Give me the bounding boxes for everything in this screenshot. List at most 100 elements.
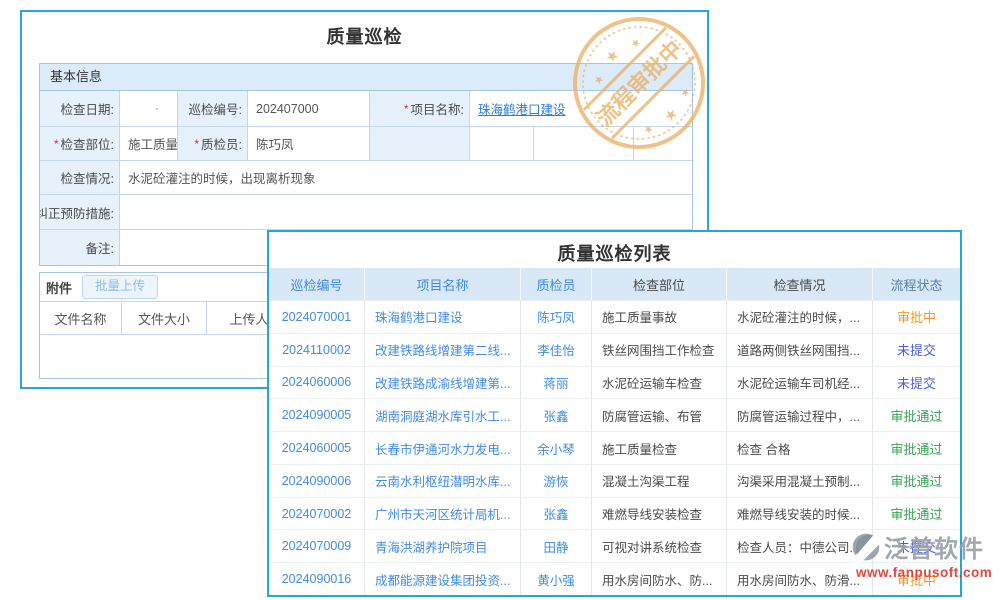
cell-check-location: 防腐管运输、布管	[592, 399, 727, 431]
cell-inspect-no: 2024060005	[269, 432, 365, 464]
inspect-no-label: 巡检编号:	[178, 91, 248, 127]
cell-inspector: 陈巧凤	[521, 301, 592, 333]
table-row[interactable]: 2024090005 湖南洞庭湖水库引水工... 张鑫 防腐管运输、布管 防腐管…	[269, 398, 960, 431]
inspection-table-header: 巡检编号 项目名称 质检员 检查部位 检查情况 流程状态	[269, 268, 960, 300]
vendor-logo-url: www.fanpusoft.com	[856, 565, 992, 580]
col-header-location: 检查部位	[592, 268, 727, 300]
check-date-field[interactable]	[120, 91, 178, 127]
measures-field[interactable]	[120, 195, 692, 230]
attachment-label: 附件	[46, 278, 72, 297]
inspector-field: 陈巧凤	[248, 127, 370, 161]
cell-check-situation: 难燃导线安装的时候...	[727, 498, 873, 530]
project-name-label: *项目名称:	[370, 91, 470, 127]
required-asterisk: *	[404, 102, 409, 116]
inspect-no-field: 202407000	[248, 91, 370, 127]
check-date-label: 检查日期:	[40, 91, 120, 127]
cell-inspector: 张鑫	[521, 399, 592, 431]
project-name-field: 珠海鹤港口建设	[470, 91, 692, 127]
vendor-logo: 泛普软件 www.fanpusoft.com	[850, 529, 992, 580]
list-title: 质量巡检列表	[269, 240, 960, 266]
cell-check-situation: 防腐管运输过程中，...	[727, 399, 873, 431]
col-header-situation: 检查情况	[727, 268, 873, 300]
cell-status: 审批通过	[873, 399, 960, 431]
check-situation-label: 检查情况:	[40, 161, 120, 195]
table-row[interactable]: 2024070001 珠海鹤港口建设 陈巧凤 施工质量事故 水泥砼灌注的时候，.…	[269, 300, 960, 333]
batch-upload-button[interactable]: 批量上传	[82, 275, 158, 299]
cell-check-location: 施工质量检查	[592, 432, 727, 464]
cell-inspector: 李佳怡	[521, 334, 592, 366]
table-row[interactable]: 2024070002 广州市天河区统计局机... 张鑫 难燃导线安装检查 难燃导…	[269, 497, 960, 530]
empty-cell	[470, 127, 534, 161]
col-header-status: 流程状态	[873, 268, 960, 300]
form-row-1: 检查日期: 巡检编号: 202407000 *项目名称: 珠海鹤港口建设	[40, 91, 692, 127]
cell-inspector: 黄小强	[521, 563, 592, 595]
form-title: 质量巡检	[22, 23, 707, 49]
cell-check-situation: 检查 合格	[727, 432, 873, 464]
col-header-inspect-no: 巡检编号	[269, 268, 365, 300]
cell-check-location: 用水房间防水、防...	[592, 563, 727, 595]
cell-inspect-no: 2024070001	[269, 301, 365, 333]
col-header-inspector: 质检员	[521, 268, 592, 300]
cell-status: 未提交	[873, 334, 960, 366]
form-row-4: 纠正预防措施:	[40, 195, 692, 230]
cell-status: 审批通过	[873, 498, 960, 530]
cell-inspect-no: 2024070009	[269, 530, 365, 562]
cell-inspector: 余小琴	[521, 432, 592, 464]
cell-status: 未提交	[873, 367, 960, 399]
required-asterisk: *	[194, 137, 199, 151]
check-location-field: 施工质量事	[120, 127, 178, 161]
file-name-column-header: 文件名称	[40, 302, 122, 334]
table-row[interactable]: 2024090006 云南水利枢纽潜明水库... 游恢 混凝土沟渠工程 沟渠采用…	[269, 464, 960, 497]
inspector-label: *质检员:	[178, 127, 248, 161]
cell-check-location: 水泥砼运输车检查	[592, 367, 727, 399]
cell-inspect-no: 2024110002	[269, 334, 365, 366]
cell-inspect-no: 2024060006	[269, 367, 365, 399]
section-header-basic-info: 基本信息	[40, 64, 692, 91]
cell-inspect-no: 2024070002	[269, 498, 365, 530]
required-asterisk: *	[54, 137, 59, 151]
cell-check-location: 可视对讲系统检查	[592, 530, 727, 562]
cell-inspect-no: 2024090005	[269, 399, 365, 431]
table-row[interactable]: 2024110002 改建铁路线增建第二线... 李佳怡 铁丝网围挡工作检查 道…	[269, 333, 960, 366]
cell-inspector: 蒋丽	[521, 367, 592, 399]
cell-project-name: 广州市天河区统计局机...	[365, 498, 521, 530]
cell-project-name: 长春市伊通河水力发电...	[365, 432, 521, 464]
vendor-logo-text: 泛普软件	[884, 529, 984, 564]
cell-check-situation: 水泥砼运输车司机经...	[727, 367, 873, 399]
cell-status: 审批中	[873, 301, 960, 333]
table-row[interactable]: 2024060006 改建铁路成渝线增建第... 蒋丽 水泥砼运输车检查 水泥砼…	[269, 366, 960, 399]
cell-inspect-no: 2024090016	[269, 563, 365, 595]
cell-status: 审批通过	[873, 432, 960, 464]
cell-inspector: 游恢	[521, 465, 592, 497]
cell-inspector: 张鑫	[521, 498, 592, 530]
cell-project-name: 珠海鹤港口建设	[365, 301, 521, 333]
form-row-2: *检查部位: 施工质量事 *质检员: 陈巧凤	[40, 127, 692, 161]
cell-status: 审批通过	[873, 465, 960, 497]
cell-project-name: 改建铁路成渝线增建第...	[365, 367, 521, 399]
cell-project-name: 湖南洞庭湖水库引水工...	[365, 399, 521, 431]
cell-project-name: 成都能源建设集团投资...	[365, 563, 521, 595]
project-link[interactable]: 珠海鹤港口建设	[478, 99, 566, 118]
cell-project-name: 改建铁路线增建第二线...	[365, 334, 521, 366]
cell-check-location: 铁丝网围挡工作检查	[592, 334, 727, 366]
measures-label: 纠正预防措施:	[40, 195, 120, 230]
cell-inspector: 田静	[521, 530, 592, 562]
empty-cell	[534, 127, 634, 161]
check-situation-field: 水泥砼灌注的时候，出现离析现象	[120, 161, 692, 195]
cell-check-situation: 水泥砼灌注的时候，...	[727, 301, 873, 333]
file-size-column-header: 文件大小	[122, 302, 207, 334]
cell-project-name: 青海洪湖养护院项目	[365, 530, 521, 562]
empty-cell	[634, 127, 692, 161]
remark-label: 备注:	[40, 230, 120, 265]
cell-check-location: 施工质量事故	[592, 301, 727, 333]
cell-check-location: 难燃导线安装检查	[592, 498, 727, 530]
cell-check-location: 混凝土沟渠工程	[592, 465, 727, 497]
table-row[interactable]: 2024060005 长春市伊通河水力发电... 余小琴 施工质量检查 检查 合…	[269, 431, 960, 464]
cell-check-situation: 沟渠采用混凝土预制...	[727, 465, 873, 497]
vendor-logo-icon	[850, 531, 882, 563]
cell-check-situation: 道路两侧铁丝网围挡...	[727, 334, 873, 366]
empty-label-cell	[370, 127, 470, 161]
form-row-3: 检查情况: 水泥砼灌注的时候，出现离析现象	[40, 161, 692, 195]
date-placeholder-dot	[156, 108, 158, 110]
check-location-label: *检查部位:	[40, 127, 120, 161]
